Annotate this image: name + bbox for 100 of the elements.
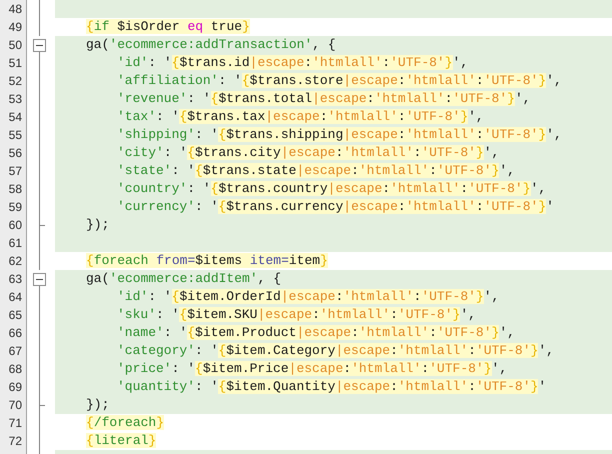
line-number: 66 <box>8 325 22 342</box>
code-text: ' <box>546 199 554 214</box>
template-keyword: /foreach <box>94 415 156 430</box>
code-text: ', <box>530 181 546 196</box>
template-text: $trans.state <box>202 163 296 178</box>
template-modifier: 'htmlall' <box>398 379 468 394</box>
code-text: : ' <box>148 55 172 70</box>
template-modifier: |escape <box>280 289 336 304</box>
code-text: ', <box>514 91 531 106</box>
template-brace: { <box>218 127 226 142</box>
code-text: , { <box>258 271 282 286</box>
template-text: $item.SKU <box>187 307 258 322</box>
template-text: $trans.currency <box>226 199 344 214</box>
template-modifier: 'htmlall' <box>406 127 476 142</box>
template-text: : <box>382 181 390 196</box>
line-number: 54 <box>8 109 22 126</box>
template-brace: { <box>195 163 203 178</box>
string-literal: 'currency' <box>117 199 196 214</box>
code-text: : ' <box>195 127 218 142</box>
template-brace: } <box>538 199 546 214</box>
template-text: $trans.tax <box>187 109 266 124</box>
string-literal: 'state' <box>117 163 172 178</box>
template-text: : <box>335 145 344 160</box>
line-number: 64 <box>8 289 22 306</box>
code-text: ga( <box>86 271 110 286</box>
code-text: ga( <box>86 37 110 52</box>
string-literal: 'quantity' <box>117 379 196 394</box>
string-literal: 'id' <box>117 289 148 304</box>
line-number: 58 <box>8 181 22 198</box>
line-number: 62 <box>8 253 22 270</box>
template-attribute: item= <box>250 253 289 268</box>
template-modifier: 'htmlall' <box>406 73 476 88</box>
fold-toggle[interactable] <box>33 273 46 286</box>
template-modifier: 'htmlall' <box>328 109 398 124</box>
line-number: 72 <box>8 433 22 450</box>
template-modifier: 'UTF-8' <box>484 127 538 142</box>
template-text: $trans.country <box>218 181 328 196</box>
template-operator: eq <box>187 19 204 34</box>
template-brace: { <box>172 55 180 70</box>
template-brace: { <box>242 73 250 88</box>
template-text: $isOrder <box>109 19 188 34</box>
template-brace: { <box>218 199 226 214</box>
code-text: }); <box>86 397 110 412</box>
template-brace: { <box>86 19 94 34</box>
code-text: ', <box>546 127 562 142</box>
template-modifier: |escape <box>312 91 367 106</box>
template-text: : <box>390 379 398 394</box>
template-modifier: 'UTF-8' <box>398 307 453 322</box>
template-modifier: 'UTF-8' <box>484 73 538 88</box>
template-text: : <box>351 163 359 178</box>
string-literal: 'id' <box>117 55 148 70</box>
template-modifier: 'UTF-8' <box>390 55 445 70</box>
template-modifier: 'UTF-8' <box>436 325 492 340</box>
line-number: 53 <box>8 91 22 108</box>
template-modifier: |escape <box>280 145 336 160</box>
template-brace: { <box>210 91 218 106</box>
line-number: 48 <box>8 1 22 18</box>
code-text: ', <box>468 109 484 124</box>
code-text: ', <box>499 163 515 178</box>
template-modifier: |escape <box>296 325 352 340</box>
template-text: : <box>460 181 468 196</box>
template-text: : <box>351 325 359 340</box>
template-modifier: 'UTF-8' <box>429 361 484 376</box>
code-text: ', <box>538 343 554 358</box>
template-keyword: if <box>94 19 110 34</box>
template-modifier: 'htmlall' <box>320 307 390 322</box>
string-literal: 'country' <box>117 181 188 196</box>
template-text: : <box>429 163 437 178</box>
template-modifier: 'htmlall' <box>374 91 445 106</box>
line-number: 71 <box>8 415 22 432</box>
template-text: : <box>429 325 437 340</box>
template-brace: { <box>218 343 226 358</box>
template-modifier: 'htmlall' <box>390 181 460 196</box>
template-text: : <box>468 379 476 394</box>
template-brace: { <box>187 145 196 160</box>
template-modifier: 'UTF-8' <box>421 145 476 160</box>
line-number: 56 <box>8 145 22 162</box>
template-brace: } <box>320 253 328 268</box>
fold-toggle[interactable] <box>33 39 46 52</box>
template-modifier: 'htmlall' <box>406 199 476 214</box>
line-number: 60 <box>8 217 22 234</box>
template-brace: { <box>172 289 180 304</box>
string-literal: 'city' <box>117 145 164 160</box>
line-number: 55 <box>8 127 22 144</box>
template-text: : <box>390 343 398 358</box>
line-number: 65 <box>8 307 22 324</box>
template-text: $trans.store <box>250 73 344 88</box>
template-modifier: 'htmlall' <box>343 145 414 160</box>
code-text: ', <box>484 145 500 160</box>
template-text: $trans.total <box>218 91 312 106</box>
string-literal: 'ecommerce:addItem' <box>109 271 258 286</box>
string-literal: 'price' <box>117 361 172 376</box>
template-modifier: |escape <box>250 55 304 70</box>
template-modifier: 'UTF-8' <box>484 199 538 214</box>
template-modifier: 'htmlall' <box>358 325 430 340</box>
template-text: $item.Price <box>202 361 289 376</box>
template-modifier: |escape <box>343 127 398 142</box>
code-text: , { <box>312 37 336 52</box>
template-text: $item.Quantity <box>226 379 336 394</box>
template-brace: { <box>86 433 94 448</box>
